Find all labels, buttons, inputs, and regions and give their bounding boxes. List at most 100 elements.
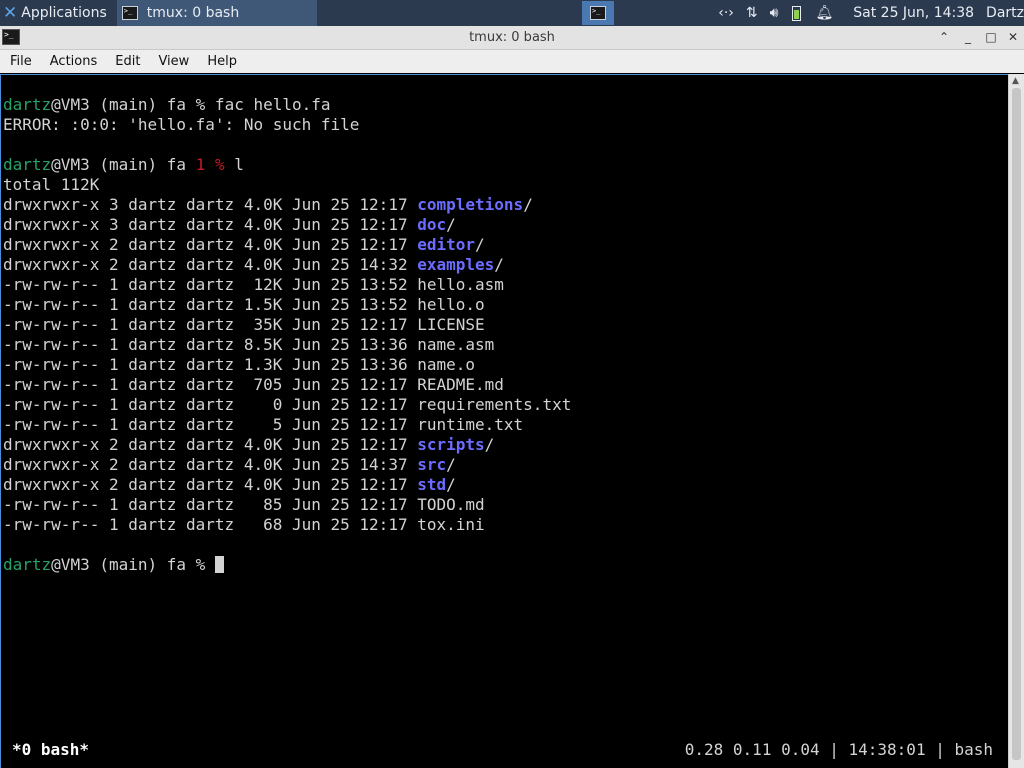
terminal-text: drwxrwxr-x 2 dartz dartz 4.0K Jun 25 12:… <box>3 475 418 494</box>
terminal-text: drwxrwxr-x 3 dartz dartz 4.0K Jun 25 12:… <box>3 195 418 214</box>
terminal-text: drwxrwxr-x 2 dartz dartz 4.0K Jun 25 14:… <box>3 255 418 274</box>
terminal-text: std <box>417 475 447 494</box>
terminal-text: / <box>446 455 456 474</box>
terminal-text: drwxrwxr-x 2 dartz dartz 4.0K Jun 25 12:… <box>3 235 418 254</box>
close-button[interactable]: ✕ <box>1005 29 1021 45</box>
terminal-area[interactable]: dartz@VM3 (main) fa % fac hello.fa ERROR:… <box>0 74 1008 768</box>
terminal-text: scripts <box>417 435 485 454</box>
xfce-logo-icon: ✕ <box>3 3 18 23</box>
terminal-text: drwxrwxr-x 3 dartz dartz 4.0K Jun 25 12:… <box>3 215 418 234</box>
terminal-text: -rw-rw-r-- 1 dartz dartz 68 Jun 25 12:17… <box>3 515 485 534</box>
terminal-line: -rw-rw-r-- 1 dartz dartz 705 Jun 25 12:1… <box>3 375 571 395</box>
shade-button[interactable]: ⌃ <box>936 29 952 45</box>
notification-bell-icon[interactable]: 🔔︎ <box>815 5 833 21</box>
terminal-text: @VM3 (main) fa % <box>51 555 215 574</box>
terminal-text: completions <box>417 195 524 214</box>
terminal-text: drwxrwxr-x 2 dartz dartz 4.0K Jun 25 12:… <box>3 435 418 454</box>
workspace-switcher[interactable]: >_ <box>582 1 614 25</box>
terminal-line: dartz@VM3 (main) fa 1 % l <box>3 155 571 175</box>
terminal-text: -rw-rw-r-- 1 dartz dartz 35K Jun 25 12:1… <box>3 315 485 334</box>
terminal-text: ERROR: :0:0: 'hello.fa': No such file <box>3 115 360 134</box>
maximize-button[interactable]: □ <box>983 29 999 45</box>
taskbar-item-label: tmux: 0 bash <box>146 5 240 21</box>
terminal-text: @VM3 (main) fa <box>51 155 196 174</box>
terminal-text: 1 <box>195 155 206 174</box>
terminal-line: -rw-rw-r-- 1 dartz dartz 1.5K Jun 25 13:… <box>3 295 571 315</box>
terminal-line: drwxrwxr-x 3 dartz dartz 4.0K Jun 25 12:… <box>3 215 571 235</box>
transfer-icon[interactable]: ⇅ <box>746 5 758 21</box>
terminal-text: src <box>417 455 447 474</box>
terminal-output: dartz@VM3 (main) fa % fac hello.fa ERROR:… <box>3 95 571 575</box>
terminal-text: / <box>494 255 504 274</box>
terminal-icon: >_ <box>590 6 606 20</box>
network-icon[interactable]: ‹·› <box>718 5 734 21</box>
terminal-text: dartz <box>3 155 52 174</box>
terminal-line: dartz@VM3 (main) fa % fac hello.fa <box>3 95 571 115</box>
terminal-text: -rw-rw-r-- 1 dartz dartz 1.3K Jun 25 13:… <box>3 355 476 374</box>
user-menu[interactable]: Dartz <box>986 5 1024 21</box>
system-tray: ‹·› ⇅ 🔊︎ 🔔︎ Sat 25 Jun, 14:38 Dartz <box>712 0 1024 26</box>
terminal-line: -rw-rw-r-- 1 dartz dartz 8.5K Jun 25 13:… <box>3 335 571 355</box>
menu-edit[interactable]: Edit <box>105 54 148 69</box>
terminal-line: -rw-rw-r-- 1 dartz dartz 68 Jun 25 12:17… <box>3 515 571 535</box>
terminal-line: -rw-rw-r-- 1 dartz dartz 35K Jun 25 12:1… <box>3 315 571 335</box>
battery-icon[interactable] <box>792 5 802 21</box>
scrollbar[interactable]: ▲ <box>1008 74 1024 768</box>
terminal-text: / <box>446 475 456 494</box>
terminal-text: total 112K <box>3 175 100 194</box>
menu-file[interactable]: File <box>0 54 40 69</box>
terminal-line: drwxrwxr-x 3 dartz dartz 4.0K Jun 25 12:… <box>3 195 571 215</box>
terminal-text: / <box>446 215 456 234</box>
menu-help[interactable]: Help <box>197 54 245 69</box>
terminal-text: dartz <box>3 95 52 114</box>
terminal-line: ​ <box>3 535 571 555</box>
terminal-text: / <box>523 195 533 214</box>
applications-menu-button[interactable]: ✕ Applications <box>0 0 111 26</box>
taskbar-item-tmux[interactable]: >_ tmux: 0 bash <box>116 0 317 26</box>
terminal-line: drwxrwxr-x 2 dartz dartz 4.0K Jun 25 12:… <box>3 235 571 255</box>
terminal-line: drwxrwxr-x 2 dartz dartz 4.0K Jun 25 12:… <box>3 435 571 455</box>
terminal-cursor <box>214 556 224 573</box>
terminal-line: -rw-rw-r-- 1 dartz dartz 0 Jun 25 12:17 … <box>3 395 571 415</box>
volume-icon[interactable]: 🔊︎ <box>770 5 779 21</box>
tmux-status-right: 0.28 0.11 0.04 | 14:38:01 | bash <box>684 740 993 759</box>
terminal-line: ​ <box>3 135 571 155</box>
applications-label: Applications <box>21 5 107 21</box>
scroll-up-arrow-icon[interactable]: ▲ <box>1012 76 1019 86</box>
menu-view[interactable]: View <box>148 54 197 69</box>
top-panel: ✕ Applications >_ tmux: 0 bash >_ ‹·› ⇅ … <box>0 0 1024 26</box>
terminal-text: dartz <box>3 555 52 574</box>
terminal-line: drwxrwxr-x 2 dartz dartz 4.0K Jun 25 14:… <box>3 255 571 275</box>
terminal-line: -rw-rw-r-- 1 dartz dartz 5 Jun 25 12:17 … <box>3 415 571 435</box>
terminal-text: -rw-rw-r-- 1 dartz dartz 12K Jun 25 13:5… <box>3 275 504 294</box>
terminal-icon: >_ <box>121 6 138 20</box>
terminal-text: editor <box>417 235 476 254</box>
terminal-text: / <box>484 435 495 454</box>
terminal-text: / <box>475 235 485 254</box>
clock[interactable]: Sat 25 Jun, 14:38 <box>853 5 974 21</box>
terminal-text: -rw-rw-r-- 1 dartz dartz 8.5K Jun 25 13:… <box>3 335 495 354</box>
scrollbar-thumb[interactable] <box>1012 88 1021 760</box>
tmux-status-bar: *0 bash* 0.28 0.11 0.04 | 14:38:01 | bas… <box>1 734 1007 764</box>
terminal-text: @VM3 (main) fa % fac hello.fa <box>51 95 331 114</box>
tmux-window-list[interactable]: *0 bash* <box>12 740 89 759</box>
terminal-line: ERROR: :0:0: 'hello.fa': No such file <box>3 115 571 135</box>
terminal-line: -rw-rw-r-- 1 dartz dartz 1.3K Jun 25 13:… <box>3 355 571 375</box>
terminal-text: -rw-rw-r-- 1 dartz dartz 5 Jun 25 12:17 … <box>3 415 524 434</box>
terminal-line: total 112K <box>3 175 571 195</box>
menu-actions[interactable]: Actions <box>40 54 106 69</box>
terminal-text: drwxrwxr-x 2 dartz dartz 4.0K Jun 25 14:… <box>3 455 418 474</box>
terminal-text: -rw-rw-r-- 1 dartz dartz 1.5K Jun 25 13:… <box>3 295 485 314</box>
terminal-text: % <box>214 155 225 174</box>
terminal-text: l <box>224 155 244 174</box>
terminal-line: drwxrwxr-x 2 dartz dartz 4.0K Jun 25 12:… <box>3 475 571 495</box>
terminal-line: -rw-rw-r-- 1 dartz dartz 12K Jun 25 13:5… <box>3 275 571 295</box>
window-titlebar[interactable]: >_ tmux: 0 bash ⌃ _ □ ✕ <box>0 26 1024 50</box>
terminal-text: examples <box>417 255 495 274</box>
terminal-line: drwxrwxr-x 2 dartz dartz 4.0K Jun 25 14:… <box>3 455 571 475</box>
terminal-text: -rw-rw-r-- 1 dartz dartz 85 Jun 25 12:17… <box>3 495 485 514</box>
menubar: File Actions Edit View Help <box>0 50 1024 73</box>
minimize-button[interactable]: _ <box>960 29 976 45</box>
terminal-text: -rw-rw-r-- 1 dartz dartz 705 Jun 25 12:1… <box>3 375 504 394</box>
